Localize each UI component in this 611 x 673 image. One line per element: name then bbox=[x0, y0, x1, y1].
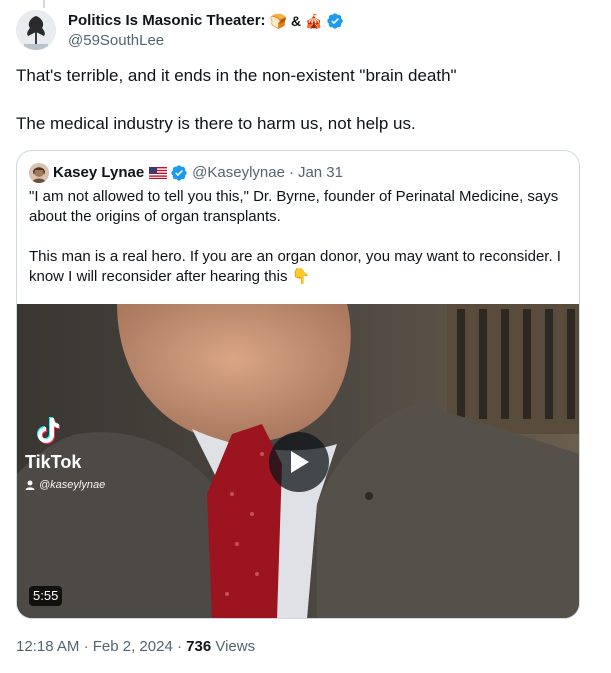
quoted-tweet-header: Kasey Lynae @Kaseylynae · Jan 31 bbox=[29, 163, 343, 183]
tiktok-username-text: @kaseylynae bbox=[39, 479, 106, 491]
quoted-tweet-card[interactable]: Kasey Lynae @Kaseylynae · Jan 31 "I am n… bbox=[16, 150, 580, 619]
author-handle[interactable]: @59SouthLee bbox=[68, 31, 344, 51]
ampersand-text: & bbox=[291, 13, 302, 29]
play-icon bbox=[291, 451, 309, 473]
tweet-paragraph-1: That's terrible, and it ends in the non-… bbox=[16, 66, 457, 85]
tweet-header: Politics Is Masonic Theater: 🍞 & 🎪 @59So… bbox=[16, 10, 344, 51]
views-label: Views bbox=[215, 638, 256, 655]
quoted-author-name[interactable]: Kasey Lynae bbox=[53, 163, 144, 183]
bread-emoji-icon: 🍞 bbox=[269, 13, 287, 29]
play-button[interactable] bbox=[269, 432, 329, 492]
author-name-row[interactable]: Politics Is Masonic Theater: 🍞 & 🎪 bbox=[68, 11, 344, 31]
tiktok-logo-icon bbox=[37, 416, 105, 449]
tiktok-brand-text: TikTok bbox=[25, 452, 82, 472]
person-icon bbox=[25, 480, 35, 490]
thread-connector-line bbox=[43, 0, 45, 8]
tiktok-watermark: TikTok @kaseylynae bbox=[25, 416, 105, 491]
tweet-date[interactable]: Feb 2, 2024 bbox=[93, 638, 173, 655]
meta-separator-1: · bbox=[83, 638, 89, 655]
author-display-name[interactable]: Politics Is Masonic Theater: bbox=[68, 11, 266, 31]
quoted-author-avatar[interactable] bbox=[29, 163, 49, 183]
quoted-paragraph-2: This man is a real hero. If you are an o… bbox=[29, 248, 561, 285]
circus-tent-emoji-icon: 🎪 bbox=[305, 13, 323, 29]
tweet-body: That's terrible, and it ends in the non-… bbox=[16, 64, 586, 136]
meta-separator-2: · bbox=[176, 638, 182, 655]
tiktok-username: @kaseylynae bbox=[25, 479, 105, 491]
quoted-author-handle[interactable]: @Kaseylynae bbox=[192, 163, 285, 183]
tweet-metadata: 12:18 AM · Feb 2, 2024 · 736 Views bbox=[16, 637, 255, 657]
views-count[interactable]: 736 bbox=[186, 638, 211, 655]
author-names: Politics Is Masonic Theater: 🍞 & 🎪 @59So… bbox=[68, 11, 344, 51]
tweet-time[interactable]: 12:18 AM bbox=[16, 638, 79, 655]
author-avatar[interactable] bbox=[16, 10, 56, 50]
video-duration-badge: 5:55 bbox=[29, 586, 63, 606]
quoted-paragraph-1: "I am not allowed to tell you this," Dr.… bbox=[29, 188, 559, 225]
tweet-paragraph-2: The medical industry is there to harm us… bbox=[16, 114, 416, 133]
quoted-verified-badge-icon[interactable] bbox=[170, 164, 188, 182]
quoted-separator-dot: · bbox=[288, 164, 294, 181]
video-player[interactable]: TikTok @kaseylynae 5:55 bbox=[17, 304, 579, 618]
us-flag-icon bbox=[149, 167, 168, 179]
quoted-tweet-body: "I am not allowed to tell you this," Dr.… bbox=[29, 187, 571, 287]
quoted-tweet-date[interactable]: Jan 31 bbox=[298, 163, 343, 183]
verified-badge-icon[interactable] bbox=[326, 12, 344, 30]
